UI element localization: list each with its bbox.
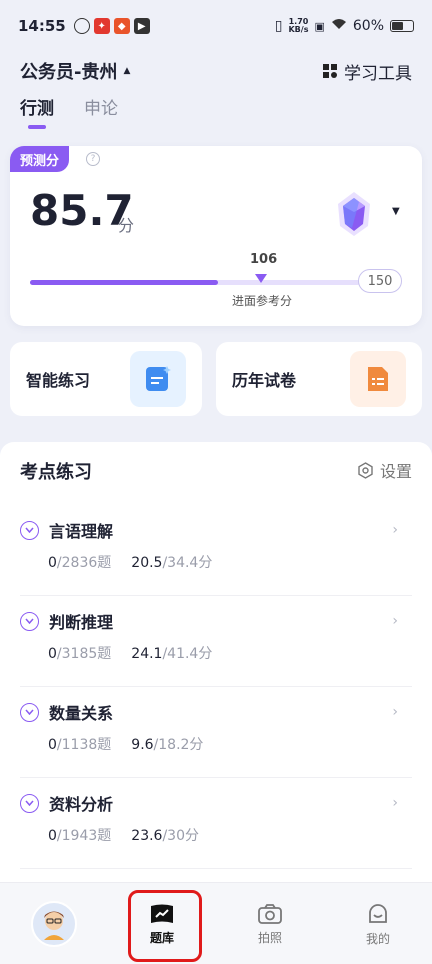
expand-chevron-icon[interactable] bbox=[20, 520, 39, 540]
network-speed: 1.70 KB/s bbox=[288, 17, 309, 34]
study-tools-button[interactable]: 学习工具 bbox=[322, 59, 412, 84]
reference-marker-icon bbox=[255, 274, 267, 283]
orange-app-icon: ◆ bbox=[113, 18, 130, 34]
exam-selector[interactable]: 公务员-贵州 ▲ bbox=[20, 58, 130, 84]
nav-photo-label: 拍照 bbox=[257, 930, 282, 945]
red-app-icon: ✦ bbox=[93, 18, 110, 34]
topic-progress: 0/1943题 bbox=[48, 828, 112, 844]
smart-practice-card[interactable]: 智能练习 bbox=[10, 342, 202, 416]
topic-score: 24.1/41.4分 bbox=[131, 646, 213, 662]
expand-chevron-icon[interactable] bbox=[20, 793, 39, 813]
highlight-box bbox=[128, 890, 202, 962]
subject-tabs: 行测 申论 bbox=[20, 94, 118, 129]
prediction-badge: 预测分 bbox=[10, 146, 70, 172]
section-title: 考点练习 bbox=[20, 458, 92, 484]
topic-progress: 0/1138题 bbox=[48, 737, 112, 753]
topic-practice-section: 考点练习 设置 言语理解 0/2836题 20.5/34.4分 › 判断推理 0/… bbox=[0, 442, 432, 882]
app-notify-icon bbox=[73, 18, 90, 34]
settings-button[interactable]: 设置 bbox=[357, 458, 412, 482]
expand-caret-icon[interactable]: ▼ bbox=[392, 206, 400, 217]
past-papers-label: 历年试卷 bbox=[232, 371, 297, 390]
caret-down-icon: ▲ bbox=[123, 66, 131, 76]
topic-row[interactable]: 数量关系 0/1138题 9.6/18.2分 › bbox=[20, 688, 412, 778]
past-papers-icon bbox=[350, 351, 406, 407]
expand-chevron-icon[interactable] bbox=[20, 611, 39, 631]
chevron-right-icon: › bbox=[392, 613, 398, 629]
battery-icon bbox=[390, 20, 414, 32]
nav-avatar[interactable] bbox=[0, 883, 108, 964]
past-papers-card[interactable]: 历年试卷 bbox=[216, 342, 422, 416]
camera-icon bbox=[258, 903, 282, 924]
topic-row[interactable]: 判断推理 0/3185题 24.1/41.4分 › bbox=[20, 597, 412, 687]
topic-name: 判断推理 bbox=[49, 613, 114, 632]
vibrate-icon: ▯ bbox=[274, 18, 283, 34]
notification-icons: ✦ ◆ ▶ bbox=[73, 18, 150, 34]
grid-icon bbox=[323, 64, 337, 78]
score-unit: 分 bbox=[118, 216, 135, 235]
wifi-icon bbox=[331, 18, 347, 34]
topic-progress: 0/2836题 bbox=[48, 555, 112, 571]
help-icon[interactable]: ? bbox=[86, 152, 100, 166]
smart-practice-label: 智能练习 bbox=[26, 371, 91, 390]
settings-label: 设置 bbox=[379, 462, 412, 481]
smart-practice-icon bbox=[130, 351, 186, 407]
nav-mine[interactable]: 我的 bbox=[324, 883, 432, 964]
header: 公务员-贵州 ▲ 学习工具 bbox=[0, 56, 432, 86]
chevron-right-icon: › bbox=[392, 704, 398, 720]
topic-name: 数量关系 bbox=[49, 704, 114, 723]
tab-xingce[interactable]: 行测 bbox=[20, 94, 54, 129]
profile-face-icon bbox=[369, 903, 387, 923]
nav-mine-label: 我的 bbox=[365, 931, 390, 946]
chevron-right-icon: › bbox=[392, 522, 398, 538]
gem-rank-icon bbox=[338, 192, 370, 236]
avatar bbox=[31, 901, 77, 947]
topic-score: 20.5/34.4分 bbox=[131, 555, 213, 571]
topic-score: 23.6/30分 bbox=[131, 828, 199, 844]
score-progress-track bbox=[30, 280, 360, 285]
tab-shenlun[interactable]: 申论 bbox=[84, 94, 118, 129]
prediction-card[interactable]: 预测分 ? 85.7 分 ▼ 106 进面参考分 150 bbox=[10, 146, 422, 326]
topic-row[interactable]: 言语理解 0/2836题 20.5/34.4分 › bbox=[20, 506, 412, 596]
topic-name: 资料分析 bbox=[49, 795, 114, 814]
max-score: 150 bbox=[358, 269, 402, 293]
score-progress-fill bbox=[30, 280, 219, 285]
reference-label: 进面参考分 bbox=[232, 294, 293, 308]
play-app-icon: ▶ bbox=[133, 18, 150, 34]
status-time: 14:55 bbox=[18, 17, 66, 35]
reference-score: 106 bbox=[250, 252, 278, 267]
topic-name: 言语理解 bbox=[49, 522, 114, 541]
topic-row[interactable]: 资料分析 0/1943题 23.6/30分 › bbox=[20, 779, 412, 869]
topic-score: 9.6/18.2分 bbox=[131, 737, 204, 753]
expand-chevron-icon[interactable] bbox=[20, 702, 39, 722]
gear-icon bbox=[358, 461, 373, 479]
status-bar: 14:55 ✦ ◆ ▶ ▯ 1.70 KB/s ▣ 60% bbox=[0, 0, 432, 52]
battery-percent: 60% bbox=[352, 18, 384, 34]
bottom-nav: 题库 拍照 我的 bbox=[0, 882, 432, 964]
sim-icon: ▣ bbox=[314, 19, 325, 33]
exam-label: 公务员-贵州 bbox=[20, 62, 118, 83]
nav-photo[interactable]: 拍照 bbox=[216, 883, 324, 964]
chevron-right-icon: › bbox=[392, 795, 398, 811]
study-tools-label: 学习工具 bbox=[344, 63, 412, 84]
topic-progress: 0/3185题 bbox=[48, 646, 112, 662]
